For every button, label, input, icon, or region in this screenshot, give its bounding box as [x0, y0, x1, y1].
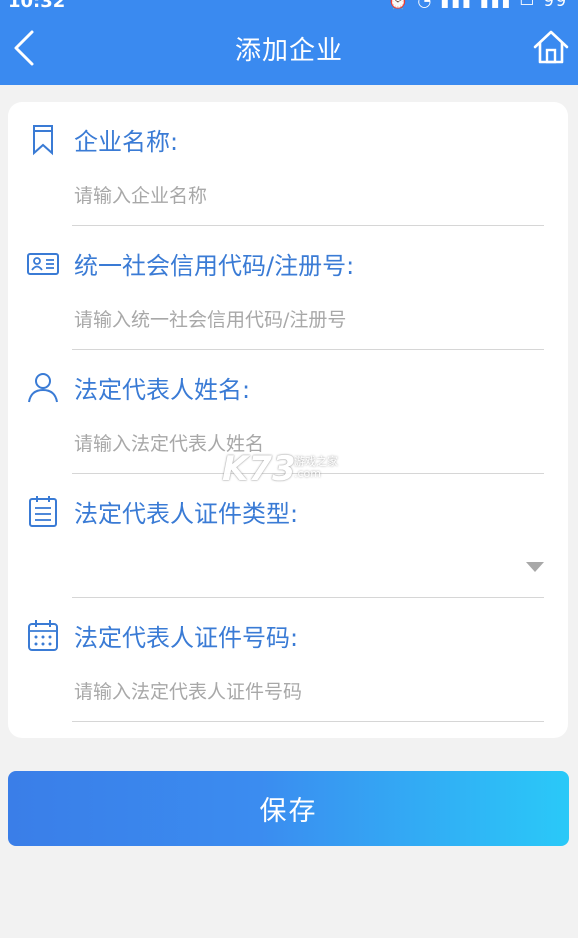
- home-icon[interactable]: [532, 28, 570, 66]
- credit-code-label: 统一社会信用代码/注册号:: [74, 252, 355, 280]
- field-credit-code: 统一社会信用代码/注册号:: [8, 226, 568, 350]
- field-id-number: 法定代表人证件号码:: [8, 598, 568, 722]
- company-name-input[interactable]: [74, 176, 544, 216]
- field-company-name: 企业名称:: [8, 102, 568, 226]
- clipboard-icon: [29, 496, 57, 527]
- id-number-label: 法定代表人证件号码:: [74, 624, 299, 652]
- watermark-logo: K73: [222, 449, 296, 489]
- page-title: 添加企业: [234, 36, 343, 66]
- divider: [72, 721, 544, 722]
- field-id-type: 法定代表人证件类型:: [8, 474, 568, 598]
- dropdown-arrow-icon[interactable]: [526, 562, 544, 572]
- person-icon: [28, 373, 58, 403]
- nav-bar: 添加企业: [0, 10, 578, 85]
- id-number-input[interactable]: [74, 672, 544, 712]
- status-bar: 10:32 ⏰ ◔ ▮▮▮ ▮▮▮ ▭ 99: [0, 0, 578, 10]
- save-button[interactable]: 保存: [8, 771, 569, 846]
- calendar-icon: [28, 620, 58, 651]
- form-card: 企业名称: 统一社会信用代码/注册号: 法定代表人姓名:: [8, 102, 568, 738]
- status-time: 10:32: [8, 0, 65, 10]
- legal-rep-name-label: 法定代表人姓名:: [74, 376, 251, 404]
- id-type-select[interactable]: [74, 548, 544, 588]
- credit-code-input[interactable]: [74, 300, 544, 340]
- id-type-label: 法定代表人证件类型:: [74, 500, 299, 528]
- watermark-site-en: .com: [294, 467, 321, 480]
- id-card-icon: [27, 253, 59, 275]
- status-icons: ⏰ ◔ ▮▮▮ ▮▮▮ ▭ 99: [388, 0, 568, 10]
- company-name-label: 企业名称:: [74, 128, 179, 156]
- bookmark-icon: [33, 125, 53, 156]
